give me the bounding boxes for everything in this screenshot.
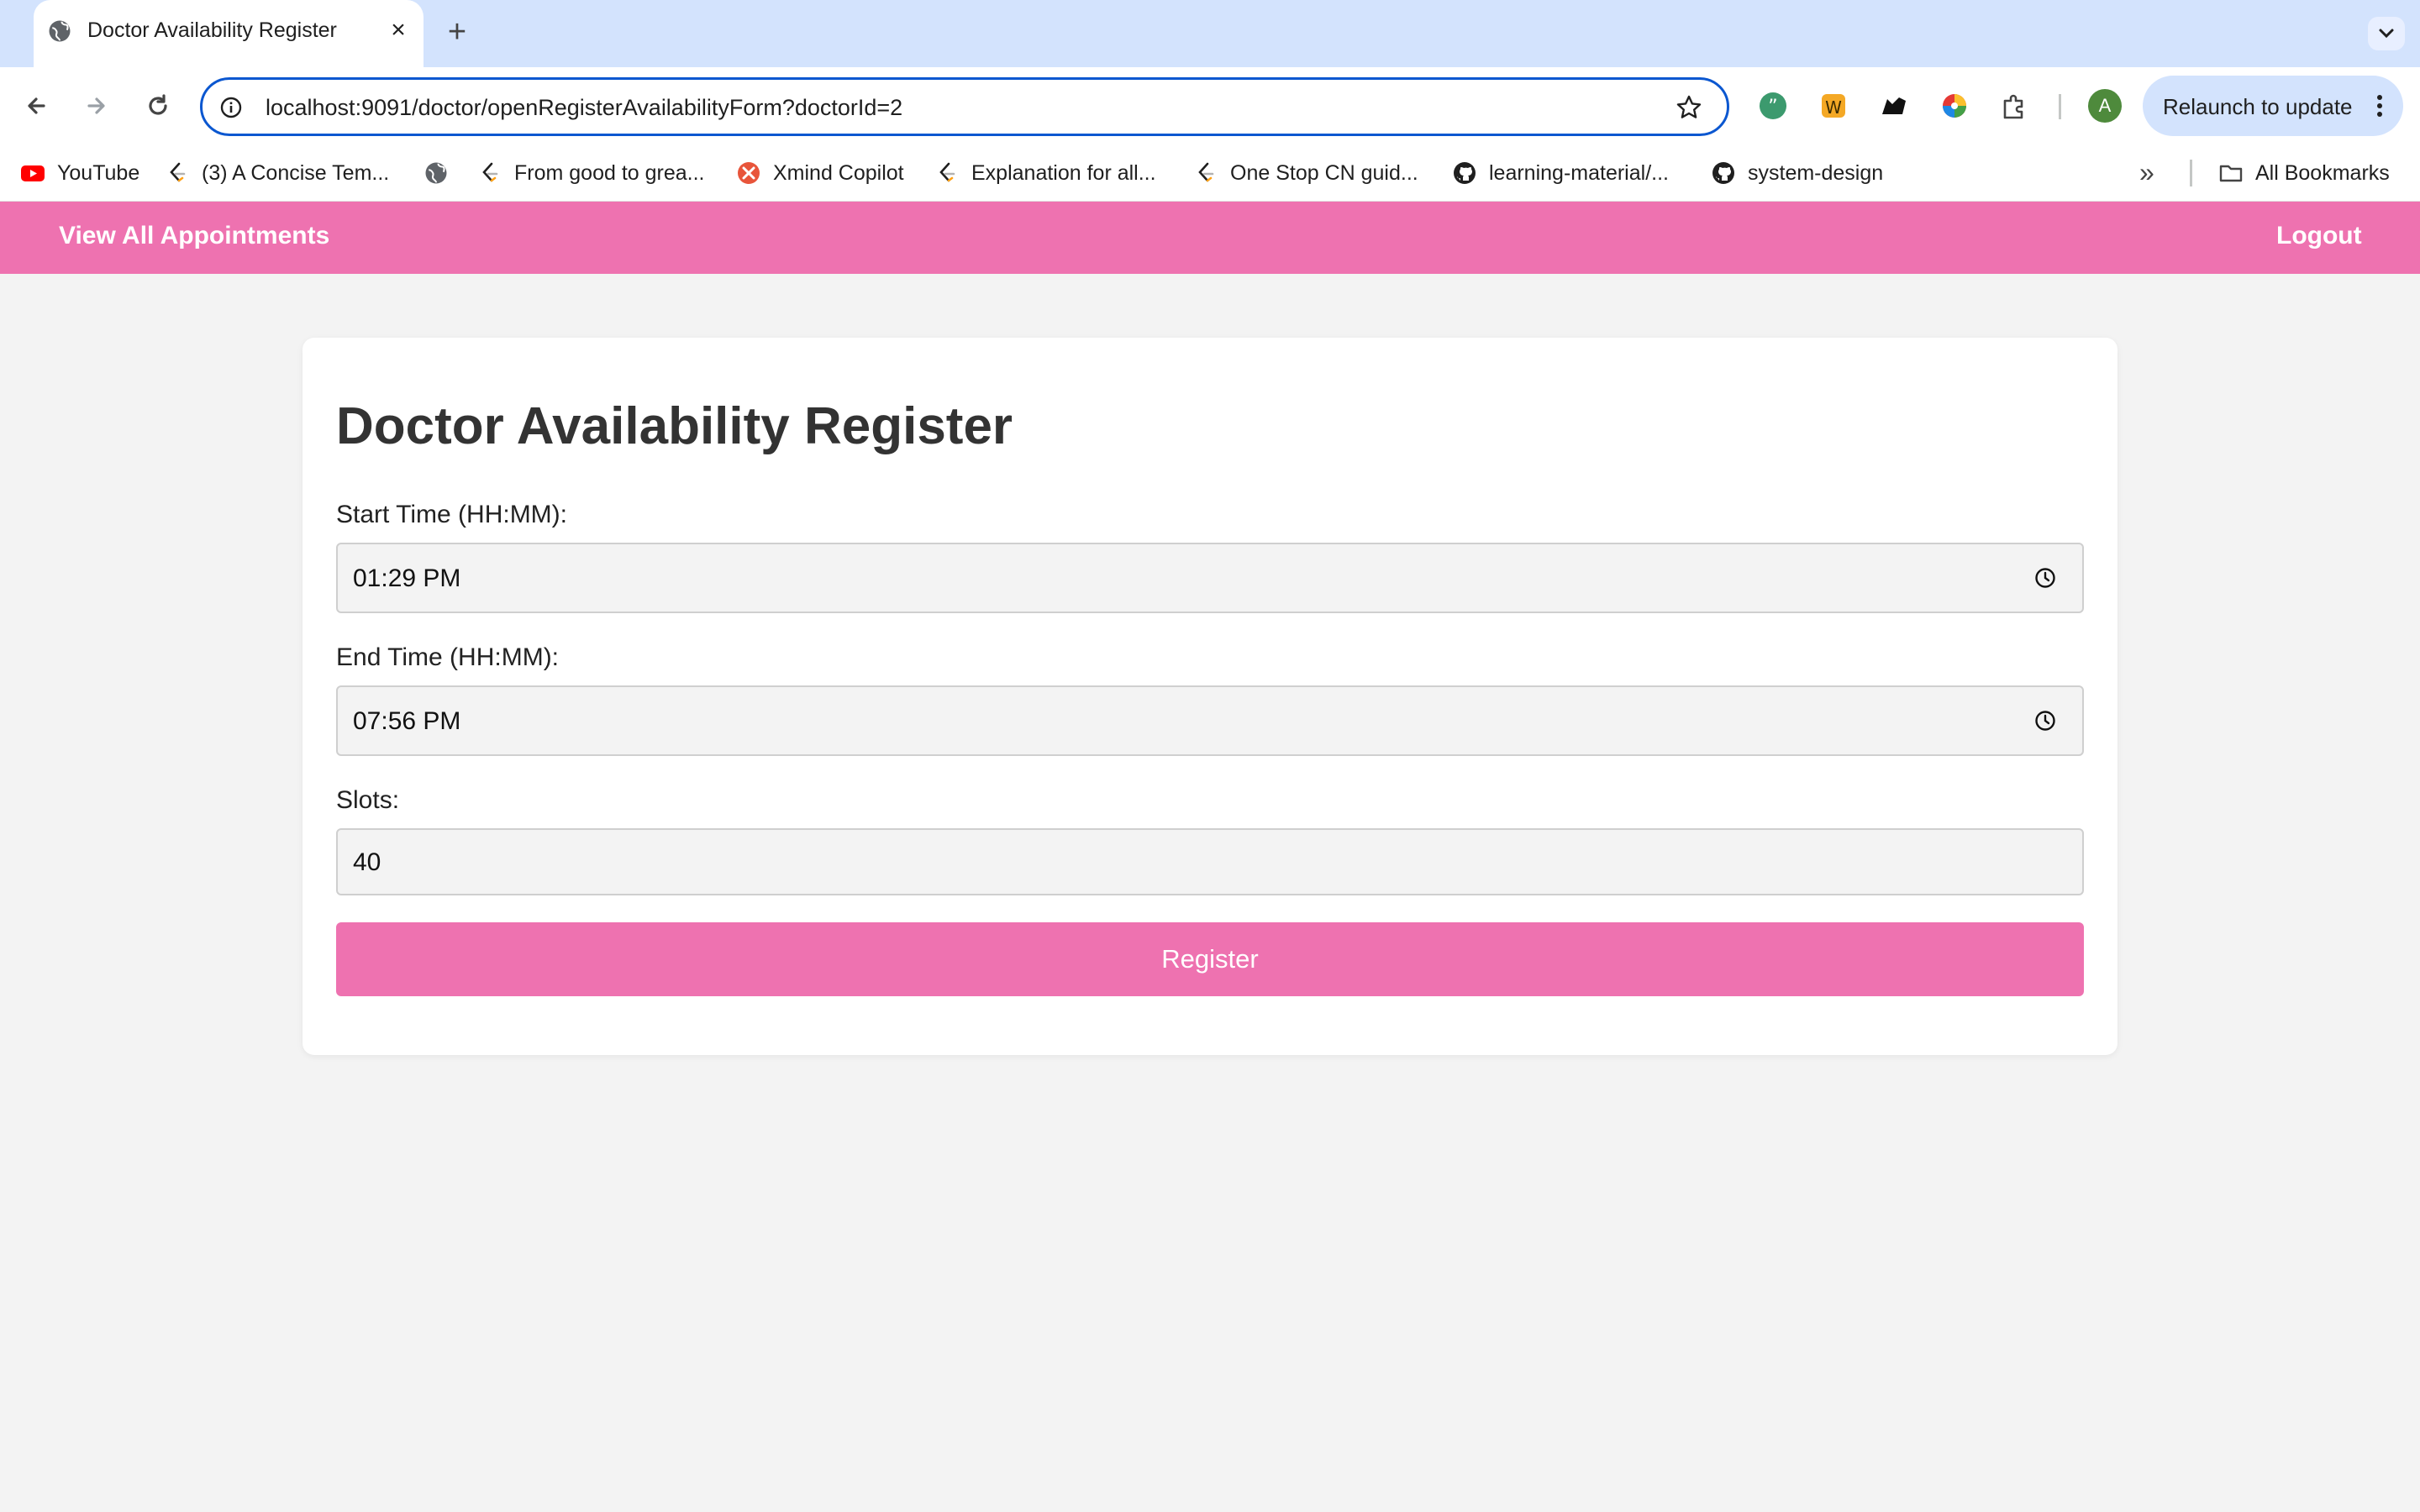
toolbar-divider (2059, 94, 2061, 119)
tab-title: Doctor Availability Register (87, 18, 337, 42)
view-all-appointments-link[interactable]: View All Appointments (59, 222, 329, 250)
end-time-input[interactable]: 07:56 PM (336, 685, 2084, 756)
slots-value: 40 (353, 848, 381, 876)
writing-extension-icon[interactable]: W (1815, 87, 1852, 124)
end-time-value: 07:56 PM (353, 707, 461, 735)
browser-toolbar: localhost:9091/doctor/openRegisterAvaila… (0, 67, 2420, 144)
tab-strip: Doctor Availability Register × + (0, 0, 2420, 67)
leetcode-icon (170, 162, 186, 182)
bookmark-label: One Stop CN guid... (1230, 161, 1418, 185)
bookmark-label: YouTube (57, 161, 140, 185)
page-title: Doctor Availability Register (336, 397, 1013, 455)
app-navbar: View All Appointments Logout (0, 202, 2420, 274)
address-bar[interactable]: localhost:9091/doctor/openRegisterAvaila… (200, 77, 1729, 136)
bookmark-label: system-design (1748, 161, 1884, 185)
profile-avatar[interactable]: A (2088, 89, 2122, 123)
quotes-extension-icon[interactable]: ” (1754, 87, 1791, 124)
logout-link[interactable]: Logout (2276, 222, 2362, 250)
register-button[interactable]: Register (336, 922, 2084, 996)
availability-form-card: Doctor Availability Register Start Time … (302, 338, 2118, 1055)
start-time-input[interactable]: 01:29 PM (336, 543, 2084, 613)
bookmark-label: Xmind Copilot (773, 161, 904, 185)
reload-icon[interactable] (139, 87, 176, 124)
tab-close-icon[interactable]: × (381, 13, 415, 47)
bookmark-star-icon[interactable] (1675, 93, 1703, 122)
svg-text:”: ” (1768, 97, 1777, 118)
github-icon (1454, 162, 1476, 184)
bookmarks-bar: YouTube (3) A Concise Tem... From good t… (0, 144, 2420, 202)
bookmark-label: learning-material/... (1489, 161, 1669, 185)
slots-label: Slots: (336, 786, 400, 814)
tab-search-button[interactable] (2368, 17, 2405, 50)
xmind-icon (738, 162, 760, 184)
leetcode-icon (482, 162, 498, 182)
leetcode-icon (939, 162, 955, 182)
start-time-label: Start Time (HH:MM): (336, 501, 567, 528)
clock-icon[interactable] (2033, 566, 2057, 590)
end-time-label: End Time (HH:MM): (336, 643, 560, 671)
clock-icon[interactable] (2033, 709, 2057, 732)
slots-input[interactable]: 40 (336, 828, 2084, 895)
site-info-icon[interactable] (219, 96, 243, 119)
bookmark-label: From good to grea... (514, 161, 705, 185)
github-icon (1712, 162, 1734, 184)
color-wheel-extension-icon[interactable] (1936, 87, 1973, 124)
bookmark-label: Explanation for all... (971, 161, 1156, 185)
youtube-icon (21, 165, 45, 181)
chevron-down-icon (2379, 29, 2394, 39)
start-time-value: 01:29 PM (353, 564, 461, 592)
new-tab-icon[interactable]: + (440, 15, 474, 49)
all-bookmarks-label: All Bookmarks (2255, 161, 2390, 185)
more-options-icon (2377, 95, 2382, 117)
bookmark-label: (3) A Concise Tem... (202, 161, 390, 185)
relaunch-button[interactable]: Relaunch to update (2143, 76, 2403, 136)
bookmarks-overflow-icon[interactable]: » (2139, 158, 2166, 188)
register-button-label: Register (1161, 944, 1259, 974)
folder-icon (2219, 165, 2243, 182)
svg-text:W: W (1825, 97, 1842, 118)
leetcode-icon (1198, 162, 1214, 182)
forward-arrow-icon[interactable] (77, 87, 114, 124)
bookmarks-divider (2190, 160, 2192, 186)
extensions-puzzle-icon[interactable] (1996, 87, 2033, 124)
globe-icon (425, 162, 447, 184)
relaunch-label: Relaunch to update (2163, 94, 2353, 119)
back-arrow-icon[interactable] (18, 87, 55, 124)
tab-doctor-availability[interactable]: Doctor Availability Register × (34, 0, 424, 67)
url-text[interactable]: localhost:9091/doctor/openRegisterAvaila… (266, 95, 902, 121)
cat-extension-icon[interactable] (1876, 87, 1912, 124)
globe-icon (49, 20, 71, 42)
